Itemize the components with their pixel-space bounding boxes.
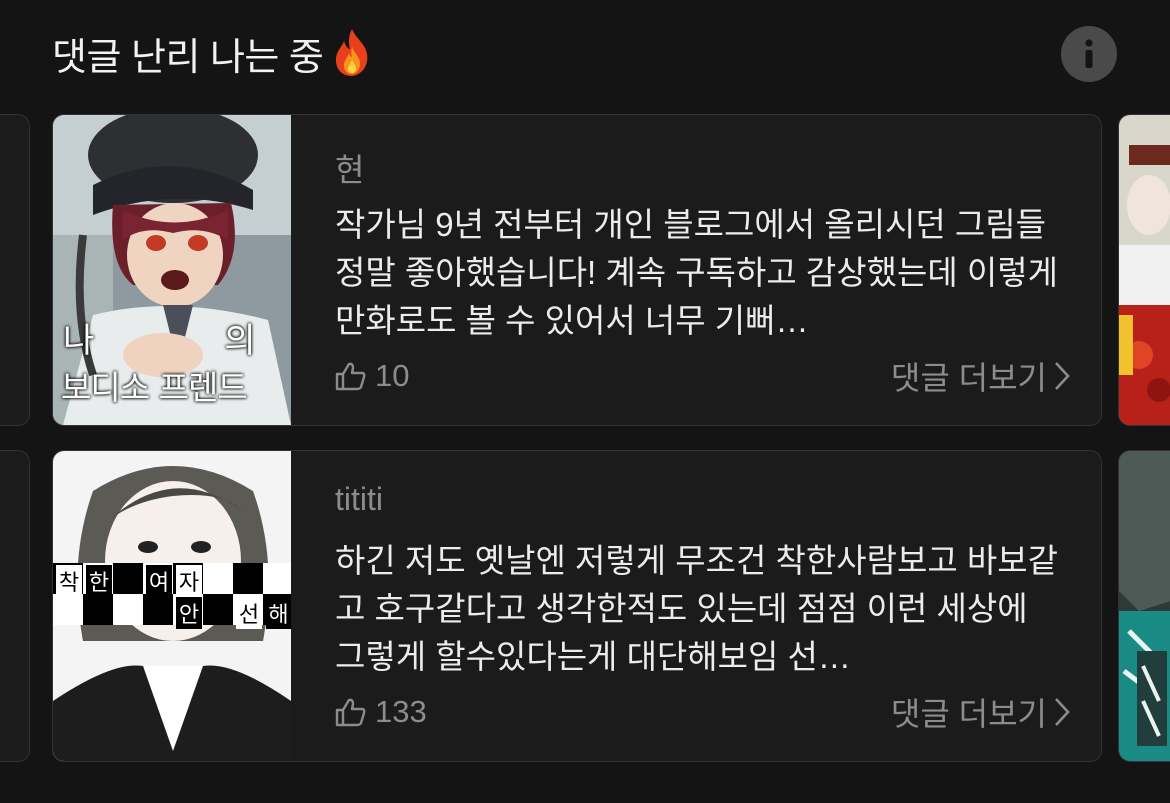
like-count: 10 [375, 358, 410, 393]
more-comments-label: 댓글 더보기 [890, 360, 1047, 396]
previous-card-peek[interactable] [0, 450, 30, 762]
comment-author: 현 [335, 152, 365, 188]
more-comments-link[interactable]: 댓글 더보기 [891, 353, 1071, 399]
section-header: 댓글 난리 나는 중 [52, 22, 375, 84]
comment-text[interactable]: 하긴 저도 옛날엔 저렇게 무조건 착한사람보고 바보같고 호구같다고 생각한적… [335, 537, 1061, 681]
like-button[interactable]: 133 [335, 694, 427, 730]
fire-icon [336, 29, 368, 76]
chevron-right-icon [1055, 362, 1070, 390]
section-title: 댓글 난리 나는 중 [52, 36, 324, 79]
thumbnail-checker-band: 착 한 여 자 안 선 해 [53, 563, 291, 629]
thumbnail-title-line1: 나의 [63, 321, 256, 361]
thumbs-up-icon [335, 362, 366, 391]
like-button[interactable]: 10 [335, 358, 409, 394]
comment-card[interactable]: 나의 보디소 프렌드 현 작가님 9년 전부터 개인 블로그에서 올리시던 그림… [52, 114, 1102, 426]
like-count: 133 [375, 694, 427, 729]
previous-card-peek[interactable] [0, 114, 30, 426]
info-button[interactable] [1061, 26, 1117, 82]
chevron-right-icon [1055, 698, 1070, 726]
next-card-peek[interactable] [1118, 114, 1170, 426]
info-icon [1085, 39, 1093, 68]
thumbs-up-icon [335, 698, 366, 727]
comment-text[interactable]: 작가님 9년 전부터 개인 블로그에서 올리시던 그림들 정말 좋아했습니다! … [335, 201, 1061, 345]
comment-card[interactable]: 착 한 여 자 안 선 해 tititi 하긴 저도 옛날엔 저렇게 무조건 착… [52, 450, 1102, 762]
comment-author: tititi [335, 481, 383, 517]
next-card-peek[interactable] [1118, 450, 1170, 762]
more-comments-link[interactable]: 댓글 더보기 [891, 689, 1071, 735]
more-comments-label: 댓글 더보기 [890, 696, 1047, 732]
webtoon-thumbnail[interactable]: 착 한 여 자 안 선 해 [53, 451, 291, 761]
webtoon-thumbnail[interactable]: 나의 보디소 프렌드 [53, 115, 291, 425]
thumbnail-title-line2: 보디소 프렌드 [61, 368, 248, 407]
